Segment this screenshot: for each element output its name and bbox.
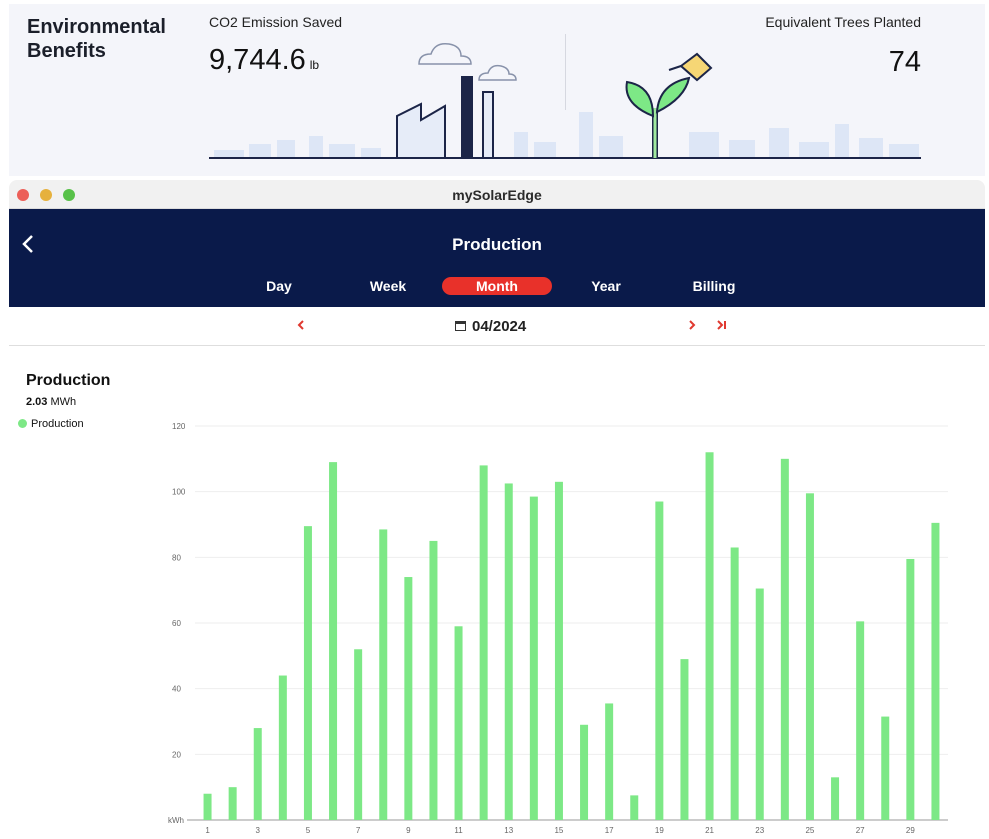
production-bar [580,724,589,820]
production-bar [303,526,312,820]
production-bar [755,588,764,820]
production-bar [228,787,237,820]
x-tick-label: 5 [306,826,311,835]
production-bar [379,529,388,820]
x-tick-label: 7 [356,826,361,835]
y-tick-label: 100 [172,488,186,497]
x-tick-label: 9 [406,826,411,835]
production-bar [605,703,614,820]
production-bar [831,777,840,820]
y-tick-label: 20 [172,750,181,759]
x-tick-label: 15 [554,826,563,835]
production-bar [504,483,513,820]
production-bar [730,547,739,820]
production-bar [529,496,538,820]
production-bar [856,621,865,820]
production-bar [705,452,714,820]
y-axis-unit-label: kWh [168,816,184,825]
production-bar [780,458,789,820]
production-bar [805,493,814,820]
x-tick-label: 27 [856,826,865,835]
production-bar [931,522,940,820]
x-tick-label: 29 [906,826,915,835]
x-tick-label: 1 [205,826,210,835]
x-tick-label: 21 [705,826,714,835]
production-bar [479,465,488,820]
x-tick-label: 23 [755,826,764,835]
y-tick-label: 60 [172,619,181,628]
production-bar [680,659,689,820]
y-tick-label: 40 [172,685,181,694]
production-bar [354,649,363,820]
x-tick-label: 3 [256,826,261,835]
production-bar [429,540,438,820]
x-tick-label: 11 [454,826,463,835]
production-bar [404,577,413,820]
production-bar-chart: 20406080100120kWh1 3 5 7 9 11 13 15 17 19 21 23 25 27… [168,422,948,835]
production-bar [203,793,212,820]
x-tick-label: 17 [605,826,614,835]
production-bar [881,716,890,820]
y-tick-label: 80 [172,553,181,562]
x-tick-label: 25 [805,826,814,835]
production-bar [329,462,338,820]
production-bar [278,675,287,820]
production-bar [630,795,639,820]
production-bar [554,481,563,820]
production-bar [655,501,664,820]
x-tick-label: 19 [655,826,664,835]
y-tick-label: 120 [172,422,186,431]
production-bar [454,626,463,820]
production-bar [906,558,915,820]
production-bar [253,728,262,820]
x-tick-label: 13 [504,826,513,835]
